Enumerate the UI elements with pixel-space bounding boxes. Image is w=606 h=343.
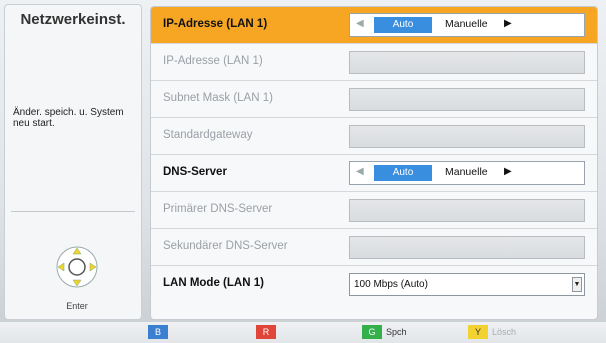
row-label: Subnet Mask (LAN 1) (163, 92, 273, 104)
divider (11, 211, 135, 212)
dropdown-icon[interactable]: ▼ (572, 277, 582, 292)
lan-mode-select[interactable]: 100 Mbps (Auto) ▼ (349, 273, 585, 296)
manual-option[interactable]: Manuelle (445, 166, 488, 178)
row-gateway: Standardgateway (151, 118, 597, 155)
row-label: Standardgateway (163, 129, 253, 141)
row-subnet-mask: Subnet Mask (LAN 1) (151, 81, 597, 118)
row-primary-dns: Primärer DNS-Server (151, 192, 597, 229)
dns-mode-toggle[interactable]: ◀ Auto Manuelle ▶ (349, 161, 585, 185)
color-key-bar: B R G Spch Y Lösch (0, 322, 606, 343)
blue-button[interactable]: B (148, 325, 172, 339)
ip-address-field (349, 51, 585, 74)
manual-option[interactable]: Manuelle (445, 18, 488, 30)
yellow-button[interactable]: Y Lösch (468, 325, 516, 339)
lan-mode-value: 100 Mbps (Auto) (354, 279, 428, 290)
gateway-field (349, 125, 585, 148)
row-label: Sekundärer DNS-Server (163, 240, 288, 252)
info-message: Änder. speich. u. System neu start. (13, 107, 124, 129)
row-dns-mode[interactable]: DNS-Server ◀ Auto Manuelle ▶ (151, 155, 597, 192)
row-label: DNS-Server (163, 166, 227, 178)
subnet-mask-field (349, 88, 585, 111)
arrow-right-icon[interactable]: ▶ (504, 18, 512, 29)
auto-option[interactable]: Auto (374, 17, 432, 33)
arrow-left-icon[interactable]: ◀ (356, 18, 364, 29)
ip-mode-toggle[interactable]: ◀ Auto Manuelle ▶ (349, 13, 585, 37)
red-key: R (256, 325, 276, 339)
row-label: Primärer DNS-Server (163, 203, 273, 215)
row-label: LAN Mode (LAN 1) (163, 277, 264, 289)
row-lan-mode[interactable]: LAN Mode (LAN 1) 100 Mbps (Auto) ▼ (151, 266, 597, 303)
yellow-key: Y (468, 325, 488, 339)
row-label: IP-Adresse (LAN 1) (163, 18, 268, 30)
blue-key: B (148, 325, 168, 339)
row-ip-address: IP-Adresse (LAN 1) (151, 44, 597, 81)
row-secondary-dns: Sekundärer DNS-Server (151, 229, 597, 266)
arrow-left-icon[interactable]: ◀ (356, 166, 364, 177)
dpad-icon (55, 245, 99, 289)
enter-label: Enter (66, 301, 88, 311)
secondary-dns-field (349, 236, 585, 259)
panel-title: Netzwerkeinst. (20, 11, 126, 28)
settings-panel: IP-Adresse (LAN 1) ◀ Auto Manuelle ▶ IP-… (150, 6, 598, 320)
info-panel: Netzwerkeinst. Änder. speich. u. System … (4, 4, 142, 320)
primary-dns-field (349, 199, 585, 222)
screen: Netzwerkeinst. Änder. speich. u. System … (0, 0, 606, 343)
red-button[interactable]: R (256, 325, 280, 339)
green-button[interactable]: G Spch (362, 325, 407, 339)
auto-option[interactable]: Auto (374, 165, 432, 181)
green-label: Spch (386, 327, 407, 337)
yellow-label: Lösch (492, 327, 517, 337)
row-label: IP-Adresse (LAN 1) (163, 55, 263, 67)
green-key: G (362, 325, 382, 339)
arrow-right-icon[interactable]: ▶ (504, 166, 512, 177)
row-ip-mode[interactable]: IP-Adresse (LAN 1) ◀ Auto Manuelle ▶ (151, 7, 597, 44)
